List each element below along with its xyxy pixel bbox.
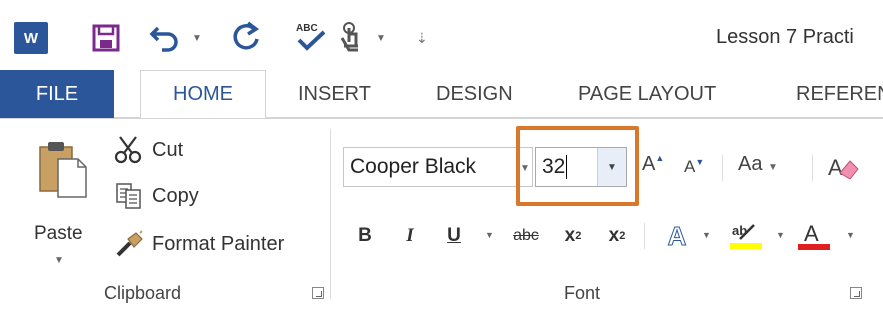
document-title: Lesson 7 Practi xyxy=(716,26,854,48)
paste-button[interactable]: Paste ▼ xyxy=(30,133,98,283)
paste-label: Paste xyxy=(34,223,83,244)
subscript-button[interactable]: x2 xyxy=(556,219,590,253)
underline-button[interactable]: U xyxy=(442,219,466,253)
tab-page-layout[interactable]: PAGE LAYOUT xyxy=(578,70,716,118)
change-case-dropdown-icon: ▼ xyxy=(768,162,778,173)
ribbon-tab-bar: FILE HOME INSERT DESIGN PAGE LAYOUT REFE… xyxy=(0,70,883,119)
tab-file[interactable]: FILE xyxy=(0,70,114,118)
word-icon-letter: W xyxy=(23,29,39,47)
bold-button[interactable]: B xyxy=(352,219,378,253)
font-divider xyxy=(812,155,813,181)
clear-formatting-icon[interactable]: A xyxy=(826,151,860,183)
change-case-label: Aa xyxy=(738,153,763,175)
word-app-icon[interactable]: W xyxy=(14,22,48,54)
change-case-button[interactable]: Aa ▼ xyxy=(738,153,778,176)
font-divider xyxy=(644,223,645,249)
scissors-icon xyxy=(112,135,146,165)
copy-button[interactable]: Copy xyxy=(112,181,199,211)
text-effects-icon: A xyxy=(667,220,687,251)
ribbon-home-panel: Paste ▼ Cut Copy Format Painter Clipboar… xyxy=(0,118,883,309)
tab-insert[interactable]: INSERT xyxy=(298,70,371,118)
tab-home[interactable]: HOME xyxy=(140,70,266,119)
subscript-suffix: 2 xyxy=(575,230,582,242)
text-effects-dropdown-icon[interactable]: ▼ xyxy=(702,230,711,240)
font-color-dropdown-icon[interactable]: ▼ xyxy=(846,230,855,240)
font-divider xyxy=(722,155,723,181)
paste-dropdown-icon[interactable]: ▼ xyxy=(54,255,64,266)
paste-clipboard-icon xyxy=(39,142,87,198)
callout-highlight-box xyxy=(516,126,639,206)
undo-icon[interactable] xyxy=(148,22,182,52)
font-color-button[interactable]: A xyxy=(796,219,832,253)
tab-references[interactable]: REFEREN xyxy=(796,70,883,118)
text-effects-button[interactable]: A xyxy=(660,219,694,253)
tab-design[interactable]: DESIGN xyxy=(436,70,513,118)
spelling-icon-text: ABC xyxy=(296,23,318,34)
grow-font-label: A xyxy=(642,153,656,175)
shrink-font-label: A xyxy=(684,157,696,176)
underline-dropdown-icon[interactable]: ▼ xyxy=(485,230,494,240)
shrink-font-button[interactable]: A▼ xyxy=(684,157,704,177)
grow-font-button[interactable]: A▲ xyxy=(642,153,664,176)
format-painter-label: Format Painter xyxy=(152,232,285,255)
font-color-label: A xyxy=(804,221,819,246)
text-highlight-button[interactable]: ab xyxy=(728,219,764,253)
font-group-label: Font xyxy=(564,283,601,303)
save-icon[interactable] xyxy=(92,24,120,52)
superscript-button[interactable]: x2 xyxy=(600,219,634,253)
clipboard-dialog-launcher-icon[interactable] xyxy=(312,287,324,299)
cut-label: Cut xyxy=(152,138,184,161)
format-painter-button[interactable]: Format Painter xyxy=(112,229,284,259)
superscript-suffix: 2 xyxy=(619,230,626,242)
superscript-label: x xyxy=(608,225,620,246)
undo-dropdown-icon[interactable]: ▼ xyxy=(192,33,202,44)
paintbrush-icon xyxy=(112,229,146,259)
italic-button[interactable]: I xyxy=(398,219,422,253)
cut-button[interactable]: Cut xyxy=(112,135,183,165)
subscript-label: x xyxy=(564,225,576,246)
touch-mode-icon[interactable] xyxy=(338,20,368,54)
title-bar: W ▼ ABC ▼ ⇣ Lesson 7 Practi xyxy=(0,0,883,70)
touch-mode-dropdown-icon[interactable]: ▼ xyxy=(376,33,386,44)
font-name-value: Cooper Black xyxy=(350,155,477,178)
font-dialog-launcher-icon[interactable] xyxy=(850,287,862,299)
grow-arrow-icon: ▲ xyxy=(655,153,665,163)
highlight-dropdown-icon[interactable]: ▼ xyxy=(776,230,785,240)
repeat-icon[interactable] xyxy=(232,21,262,53)
shrink-arrow-icon: ▼ xyxy=(695,157,705,167)
copy-label: Copy xyxy=(152,184,199,207)
font-name-combobox[interactable]: Cooper Black xyxy=(343,147,533,187)
copy-icon xyxy=(112,181,146,211)
spelling-grammar-icon[interactable]: ABC xyxy=(294,20,328,54)
clipboard-group-label: Clipboard xyxy=(104,283,182,303)
svg-text:A: A xyxy=(828,155,843,180)
group-divider xyxy=(330,129,331,299)
strikethrough-button[interactable]: abc xyxy=(506,219,546,253)
customize-toolbar-icon[interactable]: ⇣ xyxy=(416,30,428,47)
